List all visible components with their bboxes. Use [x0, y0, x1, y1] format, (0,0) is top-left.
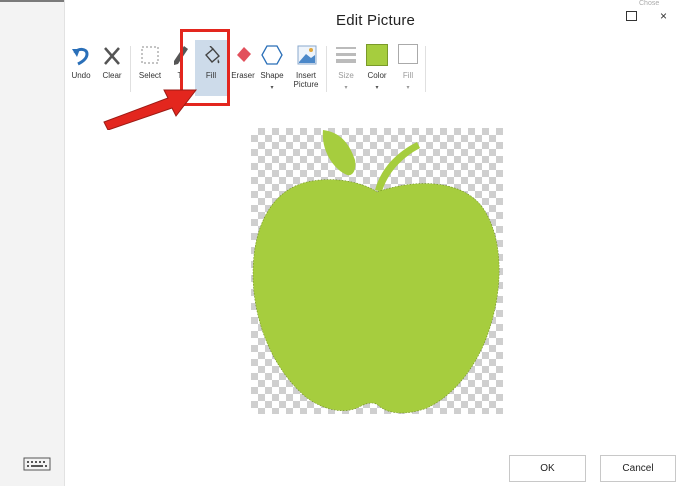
shape-icon	[261, 45, 283, 65]
top-divider	[0, 0, 64, 2]
keyboard-icon[interactable]	[23, 457, 51, 471]
fill-style-icon	[398, 44, 418, 64]
undo-button[interactable]: Undo	[68, 40, 94, 96]
color-swatch-icon	[366, 44, 388, 66]
insert-picture-label-line1: Insert	[295, 71, 316, 80]
fill-style-button[interactable]: Fill ▾	[394, 40, 422, 96]
color-dropdown-caret[interactable]: ▾	[362, 84, 392, 91]
insert-picture-label: Insert Picture	[289, 71, 323, 89]
select-label: Select	[138, 71, 162, 80]
size-dropdown-caret[interactable]: ▾	[332, 84, 360, 91]
size-icon	[336, 47, 356, 63]
clear-label: Clear	[102, 71, 122, 80]
shape-dropdown-caret[interactable]: ▾	[257, 84, 287, 91]
ok-button[interactable]: OK	[509, 455, 586, 482]
fill-style-label: Fill	[402, 71, 414, 80]
maximize-button[interactable]	[626, 11, 637, 21]
eraser-icon	[237, 47, 251, 62]
color-label: Color	[367, 71, 387, 80]
undo-label: Undo	[71, 71, 91, 80]
close-button[interactable]: ×	[660, 9, 667, 23]
title-bar: Edit Picture	[64, 0, 676, 40]
window-title: Edit Picture	[336, 12, 416, 29]
color-button[interactable]: Color ▾	[362, 40, 392, 96]
select-icon	[141, 46, 159, 64]
insert-picture-icon	[297, 45, 317, 65]
fill-style-dropdown-caret[interactable]: ▾	[394, 84, 422, 91]
toolbar-separator	[425, 46, 426, 92]
left-sidebar	[0, 0, 65, 486]
size-button[interactable]: Size ▾	[332, 40, 360, 96]
shape-button[interactable]: Shape ▾	[257, 40, 287, 96]
cancel-button[interactable]: Cancel	[600, 455, 676, 482]
undo-icon	[72, 47, 89, 66]
pointer-arrow-annotation	[103, 89, 198, 130]
insert-picture-button[interactable]: Insert Picture	[289, 40, 323, 96]
size-label: Size	[338, 71, 354, 80]
insert-picture-label-line2: Picture	[293, 80, 319, 89]
eraser-button[interactable]: Eraser	[228, 40, 258, 96]
apple-image	[252, 130, 500, 414]
ghost-label: Chose	[639, 0, 660, 7]
toolbar-separator	[326, 46, 327, 92]
clear-icon	[104, 47, 120, 65]
eraser-label: Eraser	[231, 71, 255, 80]
shape-label: Shape	[260, 71, 284, 80]
